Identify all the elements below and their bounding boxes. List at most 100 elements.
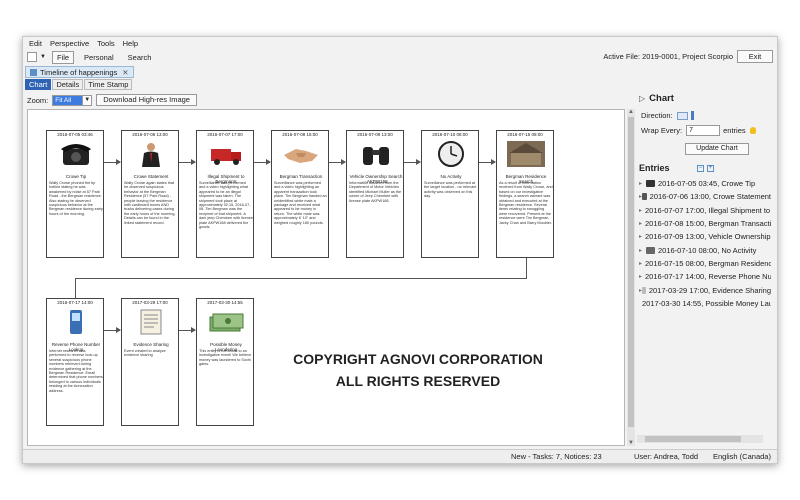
status-bar: New - Tasks: 7, Notices: 23 User: Andrea…: [23, 449, 777, 463]
close-icon[interactable]: ✕: [122, 68, 128, 77]
tab-chart[interactable]: Chart: [25, 79, 52, 90]
card-title: Crowe Tip: [65, 174, 87, 179]
copyright-watermark: COPYRIGHT AGNOVI CORPORATION ALL RIGHTS …: [258, 348, 578, 392]
tasks-status[interactable]: New - Tasks: 7, Notices: 23: [511, 452, 602, 461]
truck-icon: [207, 141, 245, 167]
menu-perspective[interactable]: Perspective: [50, 39, 89, 48]
connector-arrow: [329, 159, 346, 165]
expand-arrow-icon[interactable]: ▸: [639, 273, 642, 280]
entry-item[interactable]: ▸ 2016-07-08 15:00, Bergman Transaction: [639, 217, 771, 230]
menu-edit[interactable]: Edit: [29, 39, 42, 48]
scroll-up-icon[interactable]: ▲: [627, 109, 635, 115]
card-date: 2017-03-29 17:00: [132, 300, 168, 305]
download-image-button[interactable]: Download High-res Image: [96, 94, 197, 106]
entry-item[interactable]: ▸2016-07-07 17:00, Illegal Shipment to B…: [639, 204, 771, 217]
entry-label: 2016-07-05 03:45, Crowe Tip: [658, 179, 756, 189]
update-chart-button[interactable]: Update Chart: [685, 143, 749, 155]
timeline-card[interactable]: 2016-07-10 08:00 No Activity Surveillance …: [421, 130, 479, 258]
timeline-card[interactable]: 2016-07-06 13:00 Crowe Statement Wally Cro…: [121, 130, 179, 258]
timeline-card[interactable]: 2017-03-30 14:55 Possible Money Launderin…: [196, 298, 254, 426]
card-description: Internet research was performed to rever…: [49, 349, 103, 393]
personal-button[interactable]: Personal: [80, 52, 118, 63]
entries-title: Entries: [639, 163, 670, 173]
collapse-all-icon[interactable]: −: [697, 165, 704, 172]
copyright-line-2: ALL RIGHTS RESERVED: [335, 373, 501, 389]
card-date: 2016-07-15 08:00: [507, 132, 543, 137]
connector-arrow: [404, 159, 421, 165]
expand-all-icon[interactable]: +: [707, 165, 714, 172]
wrap-row: Wrap Every: 7 entries: [641, 125, 756, 136]
expand-arrow-icon[interactable]: ▸: [639, 207, 642, 214]
app-window: Edit Perspective Tools Help ▼ File Perso…: [22, 36, 778, 464]
entry-item[interactable]: ▸2016-07-17 14:00, Reverse Phone Number …: [639, 270, 771, 283]
card-description: This entity is not linked to an investig…: [199, 349, 252, 367]
zoom-select[interactable]: Fit All ▼: [52, 94, 93, 106]
timeline-card[interactable]: 2017-03-29 17:00 Evidence Sharing Event cr…: [121, 298, 179, 426]
menu-tools[interactable]: Tools: [97, 39, 115, 48]
timeline-card[interactable]: 2016-07-17 14:00 Reverse Phone Number Loo…: [46, 298, 104, 426]
entry-item[interactable]: ▸2016-07-15 08:00, Bergman Residence Sea…: [639, 257, 771, 270]
wrap-spinner[interactable]: 7: [686, 125, 721, 136]
cellphone-icon: [57, 309, 95, 335]
businessman-icon: [132, 141, 170, 167]
expand-arrow-icon[interactable]: ▸: [639, 233, 642, 240]
horizontal-scrollbar[interactable]: [637, 435, 763, 443]
exit-button[interactable]: Exit: [737, 50, 773, 63]
vertical-scrollbar[interactable]: ▲ ▼: [627, 109, 635, 446]
language-status: English (Canada): [713, 452, 771, 461]
entry-item[interactable]: ▸ 2016-07-10 08:00, No Activity: [639, 243, 771, 256]
connector-arrow: [254, 159, 271, 165]
card-description: Surveillance was performed and a video h…: [199, 181, 253, 230]
file-button[interactable]: File: [51, 50, 75, 64]
card-title: Evidence Sharing: [133, 342, 169, 347]
scroll-down-icon[interactable]: ▼: [627, 440, 635, 446]
entry-item[interactable]: ▸ 2017-03-29 17:00, Evidence Sharing: [639, 283, 771, 296]
connector-arrow: [104, 327, 121, 333]
document-icon: [132, 309, 170, 335]
document-tab[interactable]: Timeline of happenings ✕: [25, 66, 134, 78]
expand-arrow-icon[interactable]: ▸: [639, 247, 646, 254]
timeline-card[interactable]: 2016-07-15 08:00 Bergman Residence Search…: [496, 130, 554, 258]
scroll-thumb[interactable]: [628, 117, 634, 427]
panel-header: ▷ Chart: [639, 93, 777, 104]
wrap-connector: [75, 278, 527, 279]
card-title: No Activity: [440, 174, 462, 179]
timeline-card[interactable]: 2016-07-09 13:00 Vehicle Ownership Search…: [346, 130, 404, 258]
entry-item[interactable]: ▸2016-07-09 13:00, Vehicle Ownership Sea…: [639, 230, 771, 243]
entry-label: 2016-07-09 13:00, Vehicle Ownership Sear…: [645, 232, 771, 242]
expand-arrow-icon[interactable]: ▸: [639, 260, 642, 267]
card-description: As a result of information received from…: [499, 181, 553, 225]
expand-arrow-icon[interactable]: ▸: [639, 220, 642, 227]
lightbulb-icon[interactable]: [749, 127, 756, 134]
card-description: Surveillance was performed at the target…: [424, 181, 477, 199]
entry-item[interactable]: ▸ 2016-07-06 13:00, Crowe Statement: [639, 190, 771, 203]
card-description: Wally Crowe phoned the tip hotline stati…: [49, 181, 103, 216]
timeline-card[interactable]: 2016-07-08 15:00 Bergman Transaction Surve…: [271, 130, 329, 258]
vertical-direction-icon[interactable]: [690, 111, 694, 120]
card-title: Bergman Transaction: [279, 174, 323, 179]
entry-label: 2016-07-07 17:00, Illegal Shipment to Be…: [645, 205, 771, 215]
direction-row: Direction:: [641, 111, 694, 120]
hscroll-thumb[interactable]: [645, 436, 741, 442]
tab-time-stamp[interactable]: Time Stamp: [84, 79, 133, 90]
timeline-card[interactable]: 2016-07-05 03:46 Crowe Tip Wally Crowe pho…: [46, 130, 104, 258]
dropdown-arrow-icon[interactable]: ▼: [40, 54, 46, 60]
card-description: Information obtained from the Department…: [349, 181, 402, 203]
timeline-card[interactable]: 2016-07-07 17:00 Illegal Shipment to Berg…: [196, 130, 254, 258]
view-tabs: Chart Details Time Stamp: [25, 79, 133, 90]
user-status: User: Andrea, Todd: [634, 452, 699, 461]
entry-item[interactable]: ▸ 2016-07-05 03:45, Crowe Tip: [639, 177, 771, 190]
chevron-down-icon: ▼: [82, 95, 91, 105]
timeline-canvas[interactable]: COPYRIGHT AGNOVI CORPORATION ALL RIGHTS …: [27, 109, 625, 446]
chart-settings-panel: ▷ Chart Direction: Wrap Every: 7 entries …: [637, 89, 777, 446]
new-document-icon[interactable]: [27, 52, 37, 62]
card-description: Surveillance was performed and a video h…: [274, 181, 327, 225]
card-title: Crowe Statement: [133, 174, 169, 179]
menu-help[interactable]: Help: [123, 39, 138, 48]
entry-item[interactable]: 2017-03-30 14:55, Possible Money Launder…: [639, 297, 771, 310]
horizontal-direction-icon[interactable]: [676, 111, 688, 120]
search-button[interactable]: Search: [124, 52, 156, 63]
expand-arrow-icon[interactable]: ▸: [639, 180, 646, 187]
collapse-triangle-icon[interactable]: ▷: [639, 94, 645, 103]
tab-details[interactable]: Details: [52, 79, 84, 90]
